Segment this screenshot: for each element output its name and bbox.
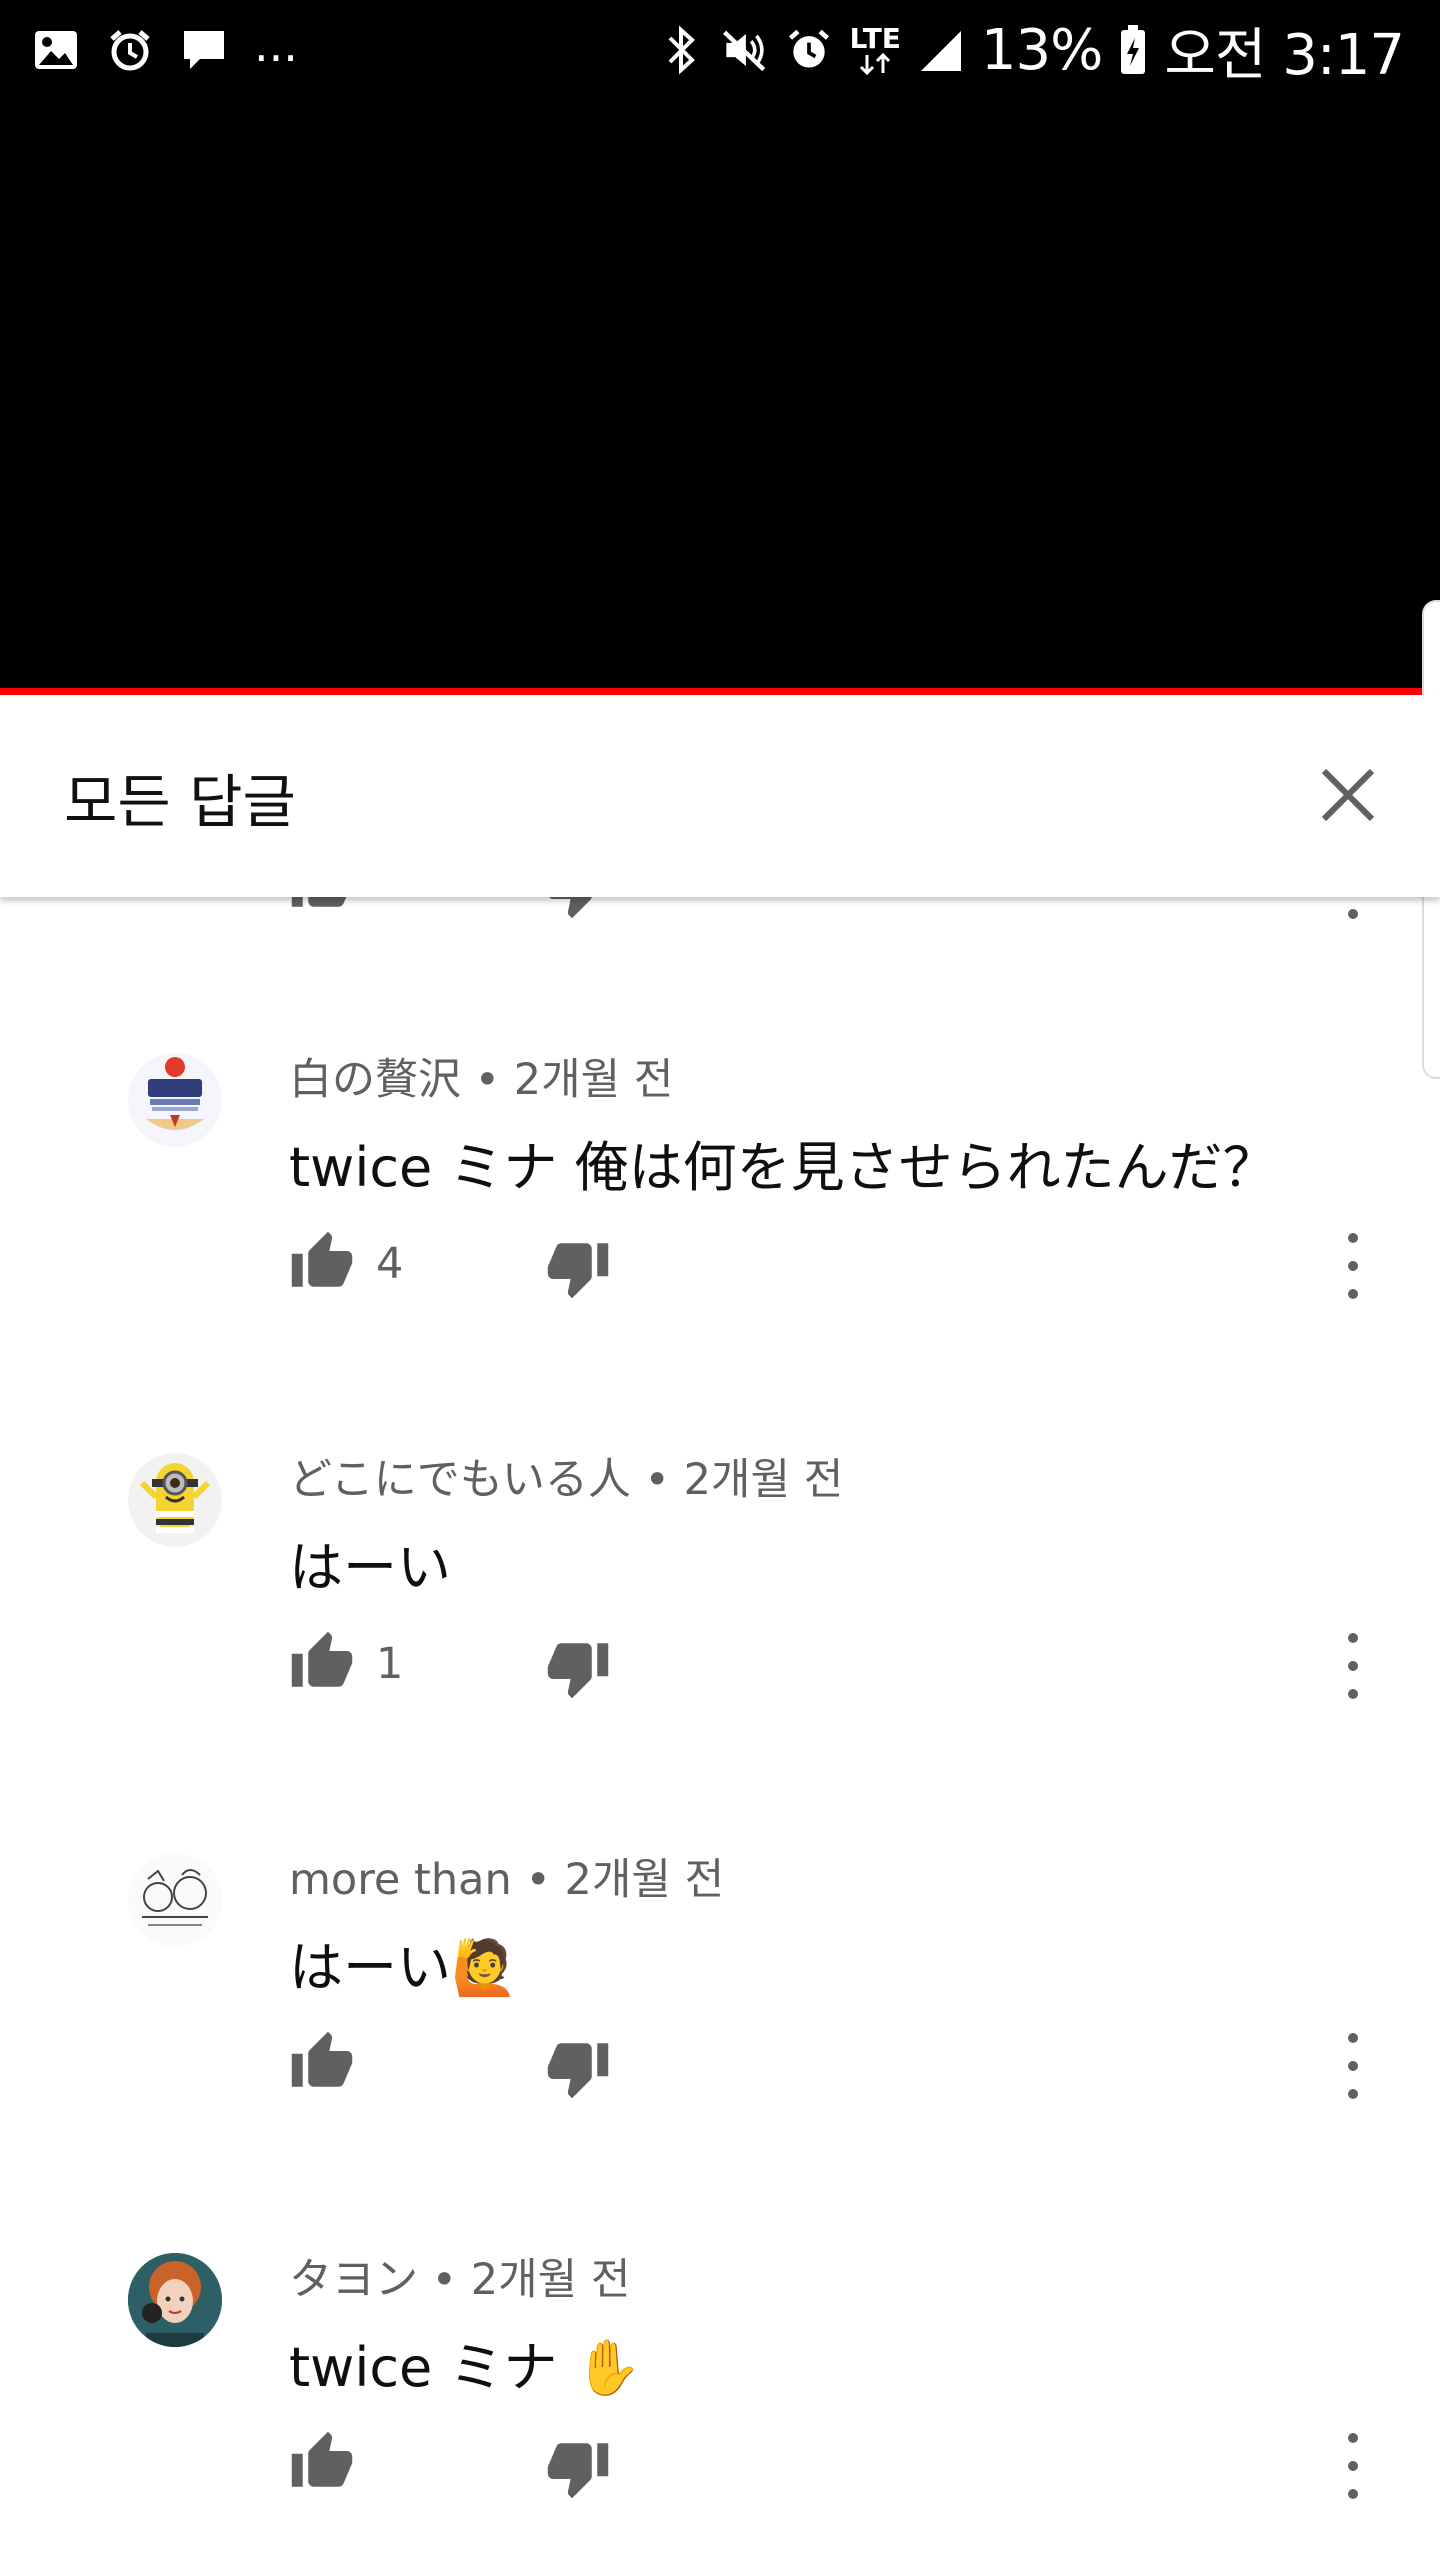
more-options-button[interactable] [1335,1233,1371,1299]
lte-icon: LTE [849,22,901,75]
alarm-icon [785,26,833,74]
signal-icon [917,26,965,74]
avatar[interactable] [128,1853,222,1947]
comment-meta: どこにでもいる人 • 2개월 전 [289,1445,843,1507]
close-icon [1321,768,1375,822]
page-title: 모든 답글 [64,768,296,836]
photo-avatar [128,2253,222,2347]
close-button[interactable] [1312,759,1384,831]
notifications-overflow: ... [254,18,298,72]
comment-actions: 1 [289,1629,1389,1709]
avatar[interactable] [128,1453,222,1547]
comment-author[interactable]: 白の贅沢 [289,1055,461,1105]
more-options-button[interactable] [1335,897,1371,919]
comment-actions: 4 [289,1229,1389,1309]
more-options-button[interactable] [1335,2033,1371,2099]
comment-item: 白の贅沢 • 2개월 전 twice ミナ 俺は何を見させられたんだ？ 4 [0,997,1440,1397]
comment-item: どこにでもいる人 • 2개월 전 はーい 1 [0,1397,1440,1797]
like-count: 4 [376,1239,404,1289]
comment-item: more than • 2개월 전 はーい🙋 [0,1797,1440,2197]
status-bar-system: LTE 13% 오전 3:17 [657,14,1405,88]
network-type: LTE [849,22,901,55]
comment-item: タヨン • 2개월 전 twice ミナ ✋ [0,2197,1440,2560]
comment-author[interactable]: more than [289,1855,512,1905]
dislike-icon[interactable] [545,897,611,921]
like-count: 1 [376,1639,404,1689]
comment-meta: more than • 2개월 전 [289,1845,724,1907]
more-options-button[interactable] [1335,2433,1371,2499]
like-icon[interactable] [289,897,355,915]
meta-separator: • [525,1855,551,1905]
battery-icon [1118,25,1148,74]
meta-separator: • [644,1455,670,1505]
comment-list[interactable]: 白の贅沢 • 2개월 전 twice ミナ 俺は何を見させられたんだ？ 4 どこ… [0,897,1440,2560]
dislike-icon[interactable] [545,1235,611,1301]
avatar[interactable] [128,1053,222,1147]
bluetooth-icon [657,25,705,75]
replies-header: 모든 답글 [0,695,1440,897]
like-icon[interactable] [289,2029,355,2095]
like-icon[interactable] [289,1229,355,1295]
comment-time: 2개월 전 [470,2255,631,2305]
comment-time: 2개월 전 [683,1455,844,1505]
video-player[interactable] [0,100,1440,688]
like-icon[interactable] [289,1629,355,1695]
alarm-icon [106,26,154,74]
comment-author[interactable]: タヨン [289,2255,418,2305]
like-icon[interactable] [289,2429,355,2495]
avatar[interactable] [128,2253,222,2347]
more-options-button[interactable] [1335,1633,1371,1699]
comment-time: 2개월 전 [564,1855,725,1905]
comment-meta: 白の贅沢 • 2개월 전 [289,1045,673,1107]
sketch-avatar [128,1853,222,1947]
message-icon [180,26,228,74]
lipton-tea-avatar [128,1053,222,1147]
dislike-icon[interactable] [545,2435,611,2501]
clock: 오전 3:17 [1164,22,1405,88]
comment-text: twice ミナ ✋ [289,2336,642,2399]
comment-actions [289,2429,1389,2509]
status-bar-notifications: ... [32,18,298,76]
dislike-icon[interactable] [545,1635,611,1701]
comment-time: 2개월 전 [513,1055,674,1105]
comment-text: twice ミナ 俺は何を見させられたんだ？ [289,1136,1277,1199]
gallery-icon [32,26,80,74]
dislike-icon[interactable] [545,2035,611,2101]
minion-avatar [128,1453,222,1547]
battery-percent: 13% [980,17,1103,83]
video-progress-bar[interactable] [0,688,1440,695]
previous-comment-actions [0,897,1440,929]
comment-actions [289,2029,1389,2109]
comment-text: はーい [289,1536,451,1599]
mute-icon [721,26,769,74]
meta-separator: • [474,1055,501,1105]
meta-separator: • [431,2255,458,2305]
comment-author[interactable]: どこにでもいる人 [289,1455,631,1505]
status-bar: ... LTE 13% 오전 3:17 [0,0,1440,100]
comment-meta: タヨン • 2개월 전 [289,2245,630,2307]
comment-text: はーい🙋 [289,1936,519,1999]
